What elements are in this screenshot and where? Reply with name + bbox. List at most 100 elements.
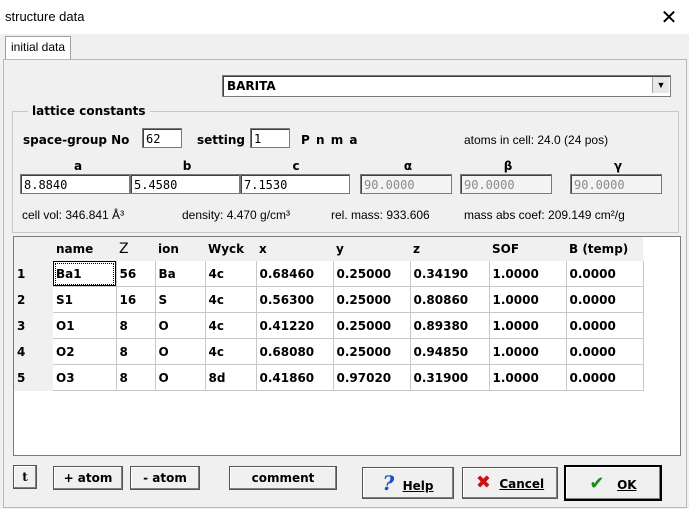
cell-x[interactable]: 0.41220 <box>256 312 334 339</box>
cell-y[interactable]: 0.25000 <box>333 312 411 339</box>
atoms-in-cell: atoms in cell: 24.0 (24 pos) <box>464 133 609 147</box>
cell-z[interactable]: 8 <box>116 364 156 391</box>
lattice-alpha-input: 90.0000 <box>360 174 452 194</box>
cell-z[interactable]: 8 <box>116 312 156 339</box>
cell-z[interactable]: 8 <box>116 338 156 365</box>
help-label: Help <box>402 479 434 493</box>
mass-absorption-coefficient: mass abs coef: 209.149 cm²/g <box>464 208 625 222</box>
table-row: 4 O2 8 O 4c 0.68080 0.25000 0.94850 1.00… <box>14 338 644 365</box>
cell-name[interactable]: O2 <box>53 338 117 365</box>
lattice-beta-input: 90.0000 <box>460 174 552 194</box>
cell-ion[interactable]: O <box>155 364 206 391</box>
cell-sof[interactable]: 1.0000 <box>489 364 567 391</box>
col-label-a: a <box>73 159 83 173</box>
row-number[interactable]: 2 <box>14 286 53 313</box>
col-header-z: Z <box>116 237 155 261</box>
cell-z[interactable]: 56 <box>116 261 156 287</box>
mineral-select-value: BARITA <box>227 79 276 93</box>
cell-sof[interactable]: 1.0000 <box>489 286 567 313</box>
col-label-gamma: γ <box>613 159 623 173</box>
cell-name[interactable]: Ba1 <box>53 261 117 287</box>
lattice-c-input[interactable]: 7.1530 <box>240 174 350 194</box>
remove-atom-button[interactable]: - atom <box>130 466 200 490</box>
window-title: structure data <box>5 9 85 24</box>
col-label-c: c <box>292 159 300 173</box>
mineral-select[interactable]: BARITA ▼ <box>222 75 671 97</box>
tab-initial-data[interactable]: initial data <box>5 36 72 59</box>
spacegroup-input[interactable]: 62 <box>142 128 182 148</box>
spacegroup-symbol: P n m a <box>301 133 359 147</box>
cell-ion[interactable]: O <box>155 338 206 365</box>
relative-mass: rel. mass: 933.606 <box>331 208 430 222</box>
table-row: 1 Ba1 56 Ba 4c 0.68460 0.25000 0.34190 1… <box>14 261 644 287</box>
cell-wyck[interactable]: 4c <box>205 312 257 339</box>
col-header-x: x <box>256 237 333 261</box>
row-number[interactable]: 1 <box>14 261 53 287</box>
row-number[interactable]: 5 <box>14 364 53 391</box>
cell-b-temp[interactable]: 0.0000 <box>566 312 644 339</box>
row-number[interactable]: 4 <box>14 338 53 365</box>
cell-b-temp[interactable]: 0.0000 <box>566 364 644 391</box>
cancel-icon: ✖ <box>475 472 491 493</box>
col-header-wyck: Wyck <box>205 237 256 261</box>
cell-y[interactable]: 0.25000 <box>333 338 411 365</box>
cell-z-coord[interactable]: 0.34190 <box>410 261 490 287</box>
cell-y[interactable]: 0.25000 <box>333 261 411 287</box>
cell-name[interactable]: S1 <box>53 286 117 313</box>
ok-button[interactable]: ✔ OK <box>564 465 662 501</box>
col-header-b-temp: B (temp) <box>566 237 643 261</box>
help-button[interactable]: ? Help <box>362 467 454 499</box>
setting-input[interactable]: 1 <box>250 128 290 148</box>
cell-name[interactable]: O3 <box>53 364 117 391</box>
col-header-sof: SOF <box>489 237 566 261</box>
cell-x[interactable]: 0.68460 <box>256 261 334 287</box>
cell-wyck[interactable]: 4c <box>205 261 257 287</box>
col-header-name: name <box>53 237 116 261</box>
cell-sof[interactable]: 1.0000 <box>489 261 567 287</box>
cell-b-temp[interactable]: 0.0000 <box>566 261 644 287</box>
cancel-button[interactable]: ✖ Cancel <box>462 467 558 499</box>
atoms-grid[interactable]: name Z ion Wyck x y z SOF B (temp) 1 Ba1… <box>13 236 681 456</box>
question-icon: ? <box>382 471 395 495</box>
col-header-z-coord: z <box>410 237 489 261</box>
cell-z-coord[interactable]: 0.94850 <box>410 338 490 365</box>
lattice-b-input[interactable]: 5.4580 <box>130 174 240 194</box>
cell-z-coord[interactable]: 0.89380 <box>410 312 490 339</box>
cell-x[interactable]: 0.41860 <box>256 364 334 391</box>
cell-b-temp[interactable]: 0.0000 <box>566 286 644 313</box>
table-row: 3 O1 8 O 4c 0.41220 0.25000 0.89380 1.00… <box>14 312 644 339</box>
cell-sof[interactable]: 1.0000 <box>489 312 567 339</box>
cell-y[interactable]: 0.97020 <box>333 364 411 391</box>
cell-name[interactable]: O1 <box>53 312 117 339</box>
cell-z[interactable]: 16 <box>116 286 156 313</box>
cell-z-coord[interactable]: 0.31900 <box>410 364 490 391</box>
cell-ion[interactable]: O <box>155 312 206 339</box>
comment-button[interactable]: comment <box>229 466 337 490</box>
atoms-table: name Z ion Wyck x y z SOF B (temp) 1 Ba1… <box>14 237 644 391</box>
density: density: 4.470 g/cm³ <box>182 208 291 222</box>
setting-label: setting <box>197 133 245 147</box>
cell-b-temp[interactable]: 0.0000 <box>566 338 644 365</box>
cell-wyck[interactable]: 4c <box>205 338 257 365</box>
table-row: 2 S1 16 S 4c 0.56300 0.25000 0.80860 1.0… <box>14 286 644 313</box>
cell-y[interactable]: 0.25000 <box>333 286 411 313</box>
lattice-a-input[interactable]: 8.8840 <box>20 174 130 194</box>
lattice-constants-title: lattice constants <box>28 104 150 118</box>
text-icon: t <box>22 470 28 484</box>
row-number[interactable]: 3 <box>14 312 53 339</box>
cell-x[interactable]: 0.56300 <box>256 286 334 313</box>
cell-ion[interactable]: S <box>155 286 206 313</box>
cell-sof[interactable]: 1.0000 <box>489 338 567 365</box>
chevron-down-icon[interactable]: ▼ <box>652 77 669 93</box>
col-label-b: b <box>182 159 192 173</box>
cell-wyck[interactable]: 4c <box>205 286 257 313</box>
ok-label: OK <box>617 478 637 492</box>
cell-wyck[interactable]: 8d <box>205 364 257 391</box>
add-atom-button[interactable]: + atom <box>53 466 123 490</box>
cell-z-coord[interactable]: 0.80860 <box>410 286 490 313</box>
cell-x[interactable]: 0.68080 <box>256 338 334 365</box>
cell-ion[interactable]: Ba <box>155 261 206 287</box>
close-icon[interactable]: ✕ <box>654 4 684 30</box>
col-header-ion: ion <box>155 237 205 261</box>
text-icon-button[interactable]: t <box>13 465 37 489</box>
